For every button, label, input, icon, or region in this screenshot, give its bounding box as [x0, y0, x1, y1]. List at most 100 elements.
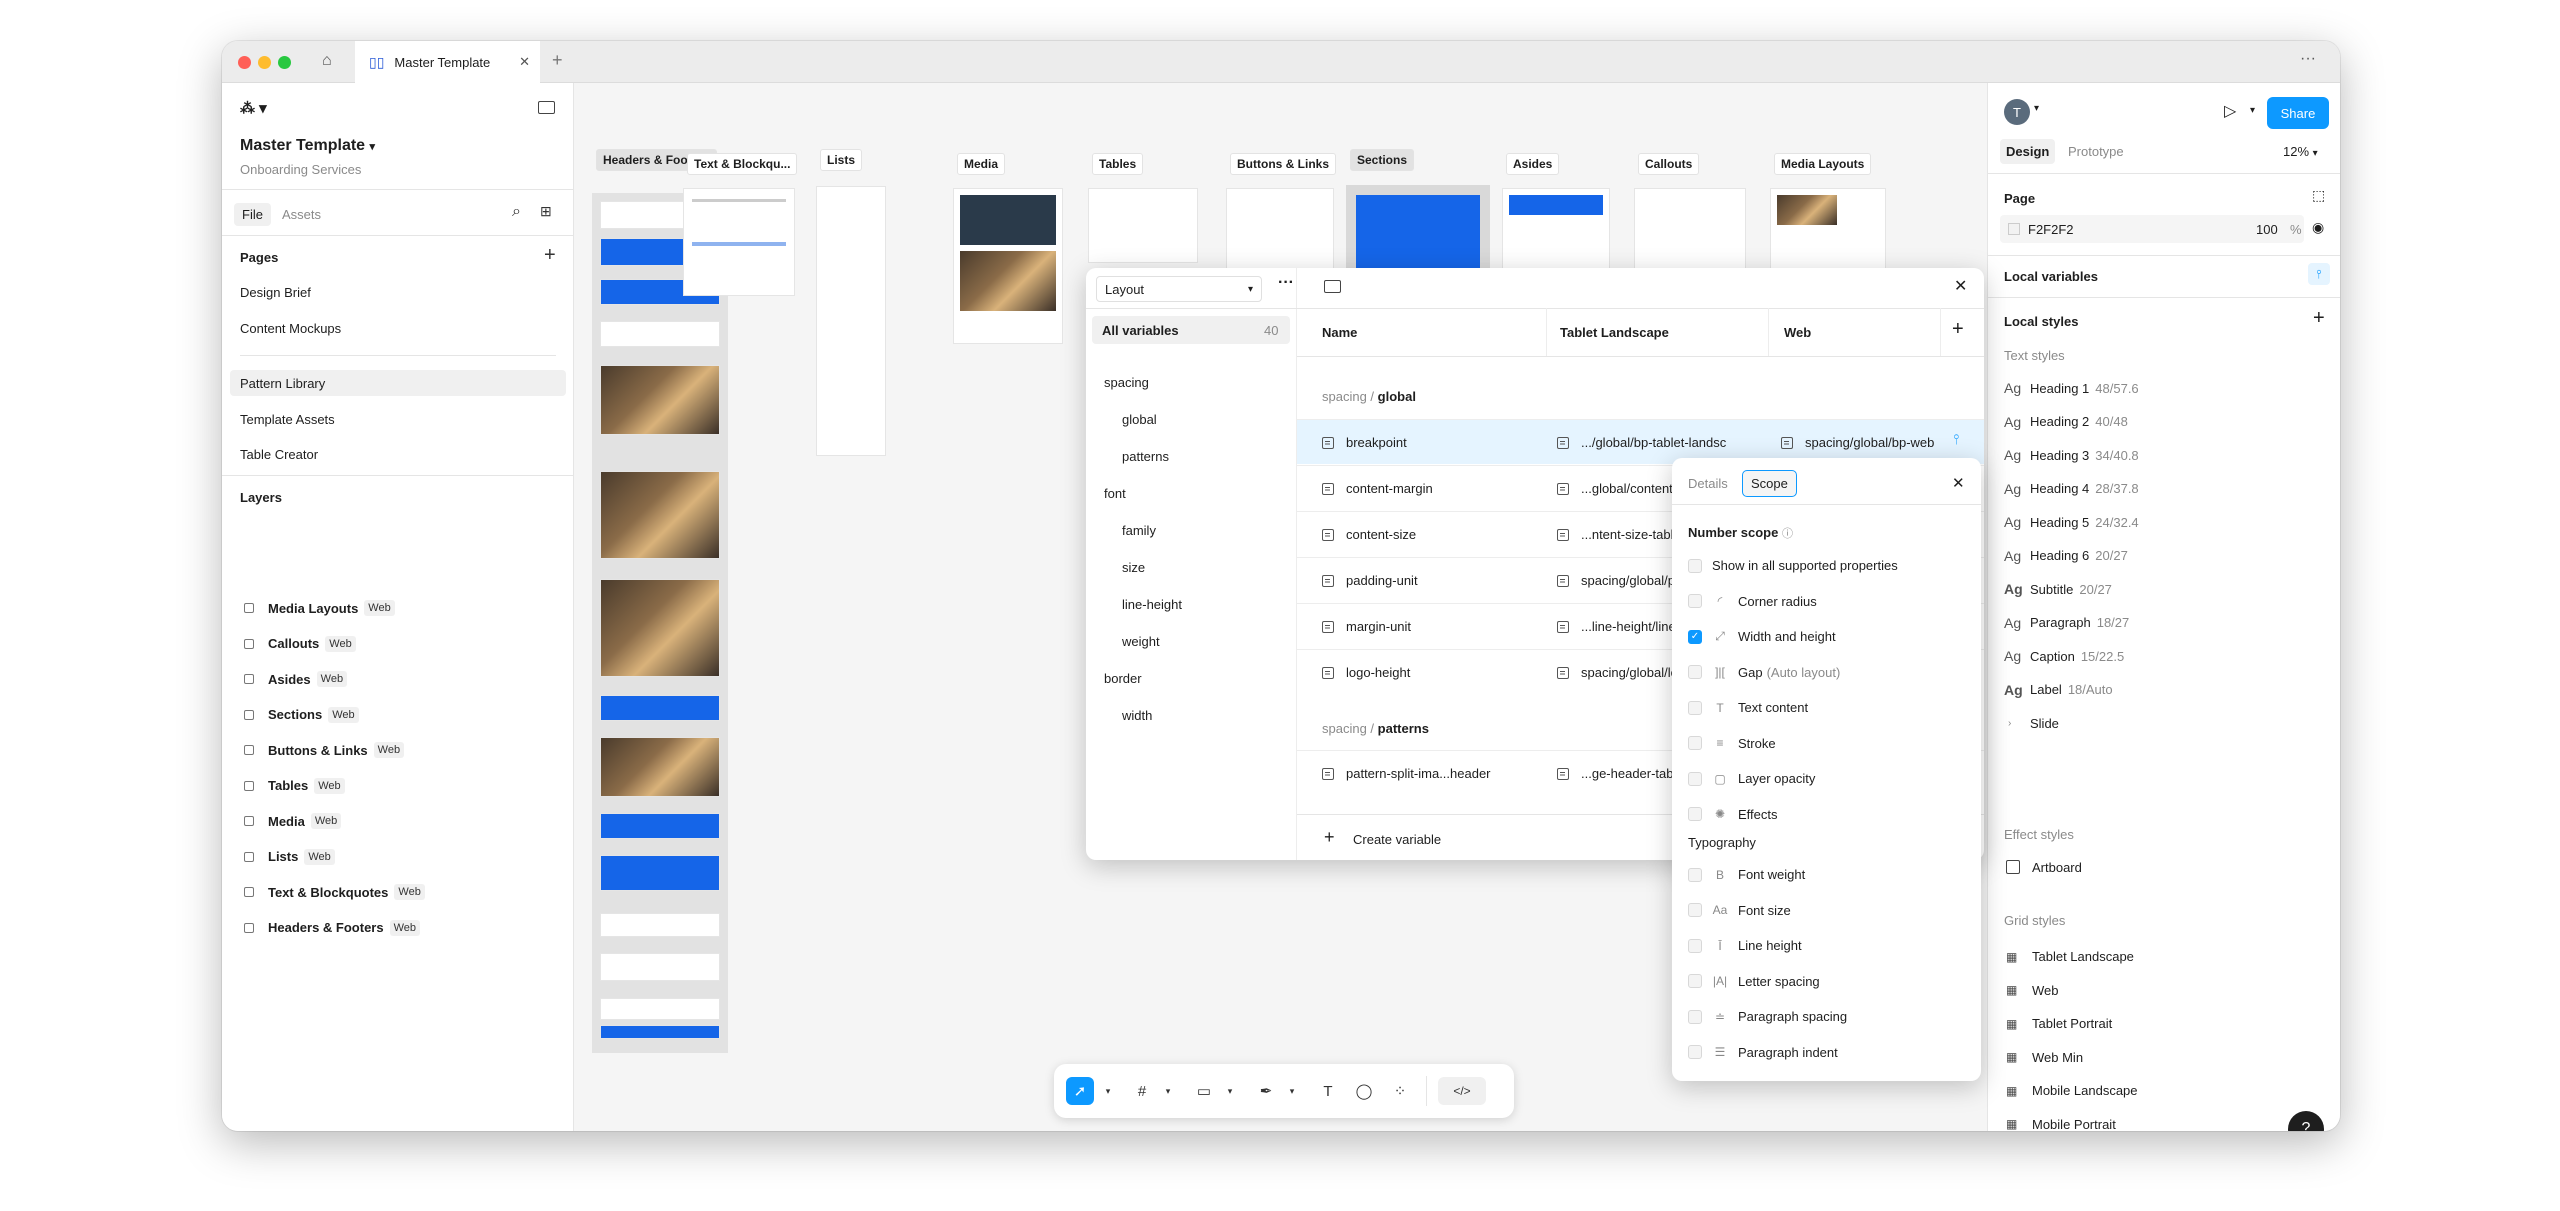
- page-color-field[interactable]: F2F2F2 100 %: [2000, 215, 2304, 243]
- frame-label[interactable]: Callouts: [1638, 153, 1700, 175]
- close-icon[interactable]: ✕: [1952, 474, 1965, 492]
- create-variable-button[interactable]: Create variable: [1353, 832, 1441, 847]
- help-button[interactable]: ?: [2288, 1111, 2324, 1131]
- eye-icon[interactable]: ◉: [2312, 219, 2324, 236]
- component-thumbnail[interactable]: [600, 913, 720, 937]
- checkbox[interactable]: [1688, 903, 1702, 917]
- typography-option[interactable]: |A| Letter spacing: [1688, 974, 1820, 989]
- figma-menu-icon[interactable]: ⁂ ▾: [240, 99, 267, 117]
- chevron-down-icon[interactable]: ▾: [1216, 1077, 1244, 1105]
- frame-label[interactable]: Lists: [820, 149, 863, 171]
- close-window-button[interactable]: [238, 56, 251, 69]
- component-thumbnail[interactable]: [600, 813, 720, 839]
- frame-media[interactable]: [953, 188, 1063, 344]
- dev-mode-icon[interactable]: </>: [1438, 1077, 1486, 1105]
- text-style-item[interactable]: Ag Heading 5 24/32.4: [2004, 514, 2139, 530]
- checkbox[interactable]: [1688, 736, 1702, 750]
- add-variable-icon[interactable]: +: [1324, 827, 1335, 848]
- text-style-item[interactable]: Ag Paragraph 18/27: [2004, 615, 2129, 631]
- new-tab-icon[interactable]: +: [552, 50, 563, 71]
- text-tool-icon[interactable]: T: [1314, 1077, 1342, 1105]
- sidebar-toggle-icon[interactable]: [1324, 280, 1341, 293]
- page-item[interactable]: Pattern Library: [240, 376, 325, 391]
- add-mode-icon[interactable]: +: [1952, 318, 1964, 341]
- zoom-level[interactable]: 12% ▾: [2283, 144, 2318, 159]
- frame-label[interactable]: Tables: [1092, 153, 1144, 175]
- close-icon[interactable]: ✕: [1954, 276, 1967, 296]
- chevron-down-icon[interactable]: ▾: [2034, 103, 2039, 114]
- checkbox[interactable]: [1688, 771, 1702, 786]
- pen-tool-icon[interactable]: ✒: [1252, 1077, 1280, 1105]
- component-thumbnail[interactable]: [600, 695, 720, 721]
- minimize-window-button[interactable]: [258, 56, 271, 69]
- text-style-item[interactable]: Ag Heading 4 28/37.8: [2004, 481, 2139, 497]
- close-tab-icon[interactable]: ✕: [519, 54, 530, 70]
- library-icon[interactable]: ⊞: [540, 203, 552, 220]
- frame-label[interactable]: Text & Blockqu...: [687, 153, 798, 175]
- maximize-window-button[interactable]: [278, 56, 291, 69]
- file-tab[interactable]: ▯▯ Master Template ✕: [355, 41, 540, 83]
- variable-group[interactable]: weight: [1122, 634, 1160, 649]
- scope-option[interactable]: ≡ Stroke: [1688, 736, 1776, 751]
- layer-item[interactable]: Media Layouts Web: [244, 600, 395, 616]
- frame-label[interactable]: Media Layouts: [1774, 153, 1872, 175]
- typography-option[interactable]: ☰ Paragraph indent: [1688, 1045, 1838, 1060]
- component-thumbnail[interactable]: [600, 471, 720, 559]
- layer-item[interactable]: Buttons & Links Web: [244, 742, 405, 758]
- local-variables-label[interactable]: Local variables: [2004, 269, 2098, 284]
- column-web[interactable]: Web: [1768, 325, 1811, 340]
- component-thumbnail[interactable]: [600, 321, 720, 347]
- text-style-item[interactable]: Ag Heading 6 20/27: [2004, 548, 2128, 564]
- checkbox[interactable]: [1688, 594, 1702, 608]
- component-thumbnail[interactable]: [600, 953, 720, 981]
- home-icon[interactable]: ⌂: [322, 52, 332, 70]
- comment-tool-icon[interactable]: ◯: [1350, 1077, 1378, 1105]
- tab-assets[interactable]: Assets: [282, 207, 321, 222]
- styles-icon[interactable]: ⬚: [2312, 187, 2325, 204]
- more-options-icon[interactable]: ···: [1278, 274, 1294, 292]
- grid-style-item[interactable]: ▦ Mobile Landscape: [2006, 1083, 2138, 1098]
- add-style-icon[interactable]: +: [2313, 307, 2325, 330]
- chevron-down-icon[interactable]: ▾: [1094, 1077, 1122, 1105]
- effect-style-item[interactable]: Artboard: [2032, 860, 2082, 875]
- frame-label[interactable]: Asides: [1506, 153, 1560, 175]
- frame-tables[interactable]: [1088, 188, 1198, 263]
- layer-item[interactable]: Asides Web: [244, 671, 348, 687]
- column-tablet-landscape[interactable]: Tablet Landscape: [1546, 325, 1669, 340]
- grid-style-item[interactable]: ▦ Tablet Landscape: [2006, 949, 2134, 964]
- layer-item[interactable]: Lists Web: [244, 848, 335, 865]
- layer-item[interactable]: Callouts Web: [244, 635, 356, 652]
- frame-label[interactable]: Buttons & Links: [1230, 153, 1336, 175]
- variable-group[interactable]: family: [1122, 523, 1156, 538]
- page-item[interactable]: Table Creator: [240, 447, 318, 462]
- layer-item[interactable]: Headers & Footers Web: [244, 919, 421, 936]
- file-name[interactable]: Master Template ▾: [240, 137, 375, 155]
- typography-option[interactable]: B Font weight: [1688, 867, 1805, 882]
- typography-option[interactable]: Ī Line height: [1688, 938, 1802, 953]
- checkbox[interactable]: [1688, 1009, 1702, 1024]
- text-style-item[interactable]: Ag Heading 3 34/40.8: [2004, 447, 2139, 463]
- tab-file[interactable]: File: [234, 203, 271, 226]
- all-variables-row[interactable]: All variables 40: [1092, 316, 1290, 344]
- grid-style-item[interactable]: ▦ Web: [2006, 983, 2059, 998]
- text-style-item[interactable]: Ag Subtitle 20/27: [2004, 581, 2112, 597]
- tab-details[interactable]: Details: [1688, 476, 1728, 491]
- slide-style-group[interactable]: › Slide: [2008, 716, 2059, 731]
- frame-label[interactable]: Media: [957, 153, 1006, 175]
- component-thumbnail[interactable]: [600, 737, 720, 797]
- avatar[interactable]: T: [2004, 99, 2030, 125]
- actions-icon[interactable]: ⁘: [1386, 1077, 1414, 1105]
- scope-option[interactable]: ▢ Layer opacity: [1688, 771, 1815, 786]
- frame-label[interactable]: Sections: [1350, 149, 1415, 171]
- typography-option[interactable]: Aa Font size: [1688, 903, 1791, 918]
- checkbox[interactable]: [1688, 1045, 1702, 1059]
- grid-style-item[interactable]: ▦ Web Min: [2006, 1050, 2083, 1065]
- variable-group[interactable]: font: [1104, 486, 1126, 501]
- sidebar-toggle-icon[interactable]: [538, 101, 555, 114]
- move-tool-icon[interactable]: ➚: [1066, 1077, 1094, 1105]
- scope-option[interactable]: Show in all supported properties: [1688, 558, 1898, 573]
- layer-item[interactable]: Tables Web: [244, 777, 345, 794]
- edit-variable-icon[interactable]: ⫯: [1953, 431, 1959, 448]
- component-thumbnail[interactable]: [600, 1025, 720, 1039]
- variable-group[interactable]: size: [1122, 560, 1145, 575]
